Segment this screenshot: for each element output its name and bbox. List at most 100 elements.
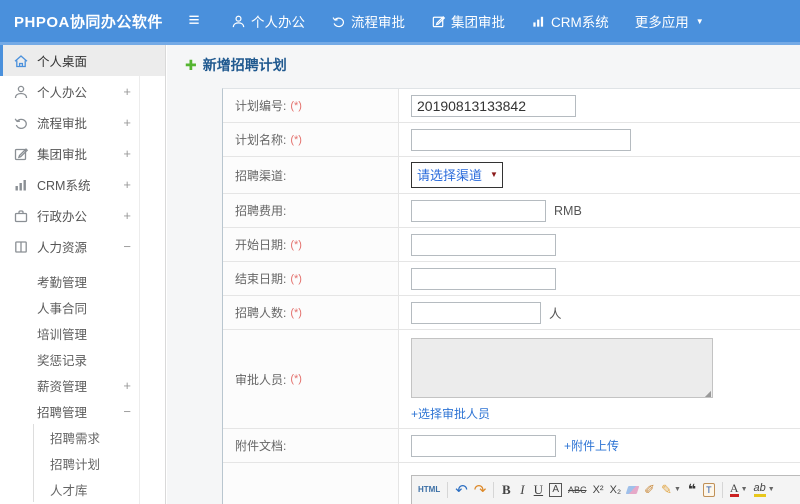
sidebar-item-desktop[interactable]: 个人桌面	[0, 45, 165, 76]
sidebar-item-attendance[interactable]: 考勤管理	[0, 268, 165, 294]
field-label: 附件文档:	[235, 439, 287, 453]
subscript-button[interactable]: X₂	[607, 480, 625, 499]
recruitment-submenu: 招聘需求 招聘计划 人才库	[33, 424, 165, 502]
top-navbar: PHPOA协同办公软件 ≡ 个人办公 流程审批 集团审批 CRM系统 更多应用 …	[0, 0, 800, 45]
sidebar-item-talent-pool[interactable]: 人才库	[34, 476, 165, 502]
sidebar-item-label: 集团审批	[37, 148, 88, 162]
nav-item-personal-office[interactable]: 个人办公	[231, 11, 305, 31]
sidebar-item-crm[interactable]: CRM系统 +	[0, 169, 165, 200]
sidebar-item-group-approval[interactable]: 集团审批 +	[0, 138, 165, 169]
user-icon	[14, 85, 28, 98]
nav-item-label: 个人办公	[251, 15, 305, 30]
book-icon	[15, 240, 27, 253]
form-row-plan-name: 计划名称: (*)	[223, 123, 800, 157]
undo-icon[interactable]: ↶	[452, 480, 471, 499]
currency-suffix: RMB	[554, 203, 582, 218]
field-label: 计划名称:	[235, 133, 287, 147]
toolbar-separator	[447, 481, 449, 498]
headcount-input[interactable]	[411, 301, 541, 324]
channel-select[interactable]: 请选择渠道 ▼	[411, 162, 503, 188]
collapse-icon[interactable]: −	[123, 404, 131, 419]
sidebar-item-recruit-plan[interactable]: 招聘计划	[34, 450, 165, 476]
sidebar-item-salary[interactable]: 薪资管理 +	[0, 372, 165, 398]
cost-input[interactable]	[411, 199, 546, 222]
attachment-upload-link[interactable]: +附件上传	[564, 437, 619, 454]
expand-icon[interactable]: +	[123, 115, 131, 130]
form-row-editor: HTML ↶ ↷ B I U A ABC X² X₂ ✐ ✎ ▼ ❝ T A ▼…	[223, 463, 800, 504]
redo-icon[interactable]: ↷	[471, 480, 490, 499]
editor-toolbar: HTML ↶ ↷ B I U A ABC X² X₂ ✐ ✎ ▼ ❝ T A ▼…	[412, 476, 800, 504]
nav-item-group-approval[interactable]: 集团审批	[431, 11, 505, 31]
superscript-button[interactable]: X²	[590, 480, 607, 499]
italic-button[interactable]: I	[514, 480, 530, 499]
rich-text-editor: HTML ↶ ↷ B I U A ABC X² X₂ ✐ ✎ ▼ ❝ T A ▼…	[411, 475, 800, 504]
required-marker: (*)	[290, 373, 302, 385]
expand-icon[interactable]: +	[123, 84, 131, 99]
caret-down-icon: ▼	[740, 486, 748, 493]
sidebar-item-training[interactable]: 培训管理	[0, 320, 165, 346]
sidebar-item-label: 考勤管理	[37, 275, 88, 290]
attachment-input[interactable]	[411, 434, 556, 457]
field-label: 计划编号:	[235, 99, 287, 113]
expand-icon[interactable]: +	[123, 378, 131, 393]
end-date-input[interactable]	[411, 267, 556, 290]
background-color-button[interactable]: ab ▼	[751, 480, 778, 499]
source-code-button[interactable]: HTML	[415, 480, 443, 499]
start-date-input[interactable]	[411, 233, 556, 256]
form-row-channel: 招聘渠道: 请选择渠道 ▼	[223, 157, 800, 194]
sidebar-item-admin-office[interactable]: 行政办公 +	[0, 200, 165, 231]
caret-down-icon: ▼	[490, 170, 498, 179]
sidebar-item-personal-office[interactable]: 个人办公 +	[0, 76, 165, 107]
caret-down-icon: ▼	[695, 16, 704, 26]
plan-number-input[interactable]	[411, 94, 576, 117]
sidebar-item-hr[interactable]: 人力资源 −	[0, 231, 165, 262]
resize-handle-icon[interactable]: ◢	[705, 389, 711, 398]
field-label: 招聘渠道:	[235, 168, 287, 183]
expand-icon[interactable]: +	[123, 177, 131, 192]
sidebar: 个人桌面 个人办公 + 流程审批 + 集团审批 + CRM系统 + 行政办公 +…	[0, 45, 166, 504]
editor-row-label	[223, 463, 399, 504]
sidebar-item-rewards[interactable]: 奖惩记录	[0, 346, 165, 372]
field-label: 招聘费用:	[235, 204, 287, 218]
nav-item-process-approval[interactable]: 流程审批	[331, 11, 405, 31]
required-marker: (*)	[290, 99, 302, 112]
sidebar-item-label: 个人办公	[37, 86, 88, 100]
field-label: 招聘人数:	[235, 306, 287, 320]
autotypeset-button[interactable]: A	[546, 480, 565, 499]
nav-item-label: CRM系统	[551, 15, 609, 30]
field-label: 结束日期:	[235, 272, 287, 286]
format-brush-icon[interactable]: ✐	[641, 480, 658, 499]
plan-name-input[interactable]	[411, 128, 631, 151]
expand-icon[interactable]: +	[123, 208, 131, 223]
toolbar-separator	[721, 481, 723, 498]
nav-item-more-apps[interactable]: 更多应用 ▼	[635, 11, 704, 31]
font-color-button[interactable]: A ▼	[727, 480, 751, 499]
sidebar-item-process-approval[interactable]: 流程审批 +	[0, 107, 165, 138]
collapse-icon[interactable]: −	[123, 239, 131, 254]
channel-select-value: 请选择渠道	[417, 168, 483, 183]
sidebar-item-recruit-demand[interactable]: 招聘需求	[34, 424, 165, 450]
hamburger-icon[interactable]: ≡	[183, 10, 205, 32]
strikethrough-button[interactable]: ABC	[565, 480, 590, 499]
unit-suffix: 人	[549, 307, 562, 321]
form-row-attachment: 附件文档: +附件上传	[223, 429, 800, 463]
paint-format-icon[interactable]: ✎ ▼	[658, 480, 684, 499]
caret-down-icon: ▼	[767, 486, 775, 493]
user-icon	[232, 15, 245, 27]
underline-button[interactable]: U	[530, 480, 546, 499]
bold-button[interactable]: B	[498, 480, 514, 499]
approvers-textarea[interactable]	[411, 338, 713, 398]
select-approvers-link[interactable]: +选择审批人员	[411, 405, 490, 422]
required-marker: (*)	[290, 133, 302, 146]
sidebar-item-recruitment[interactable]: 招聘管理 −	[0, 398, 165, 424]
eraser-icon[interactable]	[624, 480, 641, 499]
form-row-approvers: 审批人员: (*) ◢ +选择审批人员	[223, 330, 800, 429]
paste-text-icon[interactable]: T	[700, 480, 718, 499]
sidebar-item-label: 行政办公	[37, 210, 88, 224]
sidebar-item-label: 薪资管理	[37, 379, 88, 394]
hr-submenu: 考勤管理 人事合同 培训管理 奖惩记录 薪资管理 + 招聘管理 − 招聘需求 招…	[0, 262, 165, 502]
nav-item-crm[interactable]: CRM系统	[531, 11, 609, 31]
expand-icon[interactable]: +	[123, 146, 131, 161]
sidebar-item-hr-contract[interactable]: 人事合同	[0, 294, 165, 320]
blockquote-icon[interactable]: ❝	[684, 480, 700, 499]
